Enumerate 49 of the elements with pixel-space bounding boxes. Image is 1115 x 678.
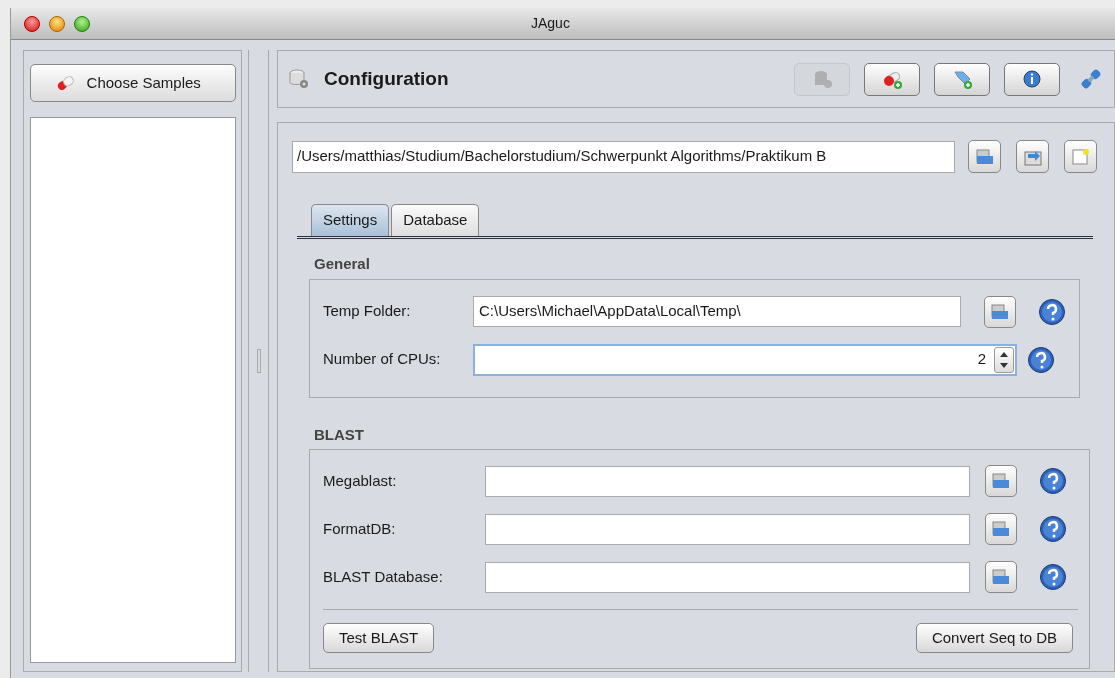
tag-add-icon [952, 69, 972, 89]
field-label: Megablast: [323, 470, 398, 491]
field-label: Temp Folder: [323, 301, 412, 322]
browse-button[interactable] [985, 465, 1017, 497]
text-field[interactable] [485, 561, 970, 593]
action-button[interactable]: Convert Seq to DB [915, 623, 1073, 653]
save-button[interactable] [1016, 140, 1049, 173]
database-gear-icon [812, 69, 832, 89]
new-document-icon [1071, 147, 1090, 166]
help-icon[interactable] [1039, 515, 1067, 543]
toolbar-button[interactable] [864, 62, 920, 96]
section-title: General [314, 254, 371, 274]
folder-icon [992, 473, 1010, 489]
folder-icon [992, 569, 1010, 585]
open-folder-button[interactable] [968, 140, 1001, 173]
text-field[interactable]: C:\Users\Michael\AppData\Local\Temp\ [473, 296, 961, 327]
help-icon[interactable] [1039, 563, 1067, 591]
browse-button[interactable] [984, 295, 1016, 328]
zoom-button[interactable] [74, 15, 90, 32]
tab[interactable]: Database [391, 204, 480, 236]
folder-icon [975, 148, 994, 165]
tab[interactable]: Settings [311, 204, 390, 236]
help-icon[interactable] [1039, 467, 1067, 495]
config-path-field[interactable]: /Users/matthias/Studium/Bachelorstudium/Schwerpunkt Algorithms/Praktikum B [292, 140, 955, 173]
help-icon[interactable] [1038, 297, 1066, 326]
section-title: BLAST [314, 424, 365, 445]
header-title: Configuration [324, 66, 449, 91]
folder-icon [992, 521, 1010, 537]
window-title: JAguc [531, 14, 570, 33]
action-button[interactable]: Test BLAST [323, 623, 435, 653]
close-button[interactable] [24, 15, 40, 32]
choose-samples-button[interactable]: Choose Samples [29, 64, 236, 102]
browse-button[interactable] [985, 513, 1017, 545]
info-icon [1022, 69, 1042, 89]
help-icon[interactable] [1027, 345, 1055, 374]
text-field[interactable] [485, 513, 970, 545]
field-label: FormatDB: [323, 518, 397, 539]
minimize-button[interactable] [49, 15, 65, 32]
field-label: BLAST Database: [323, 566, 444, 587]
database-gear-icon [288, 68, 310, 90]
browse-button[interactable] [985, 561, 1017, 593]
folder-icon [991, 303, 1009, 320]
field-label: Number of CPUs: [323, 349, 442, 370]
new-file-button[interactable] [1064, 140, 1097, 173]
spinner-arrows[interactable] [994, 346, 1014, 373]
number-spinner[interactable]: 2 [473, 343, 1017, 376]
text-field[interactable] [485, 465, 970, 497]
toolbar-button[interactable] [1004, 62, 1060, 96]
toolbar-button[interactable] [934, 62, 990, 96]
